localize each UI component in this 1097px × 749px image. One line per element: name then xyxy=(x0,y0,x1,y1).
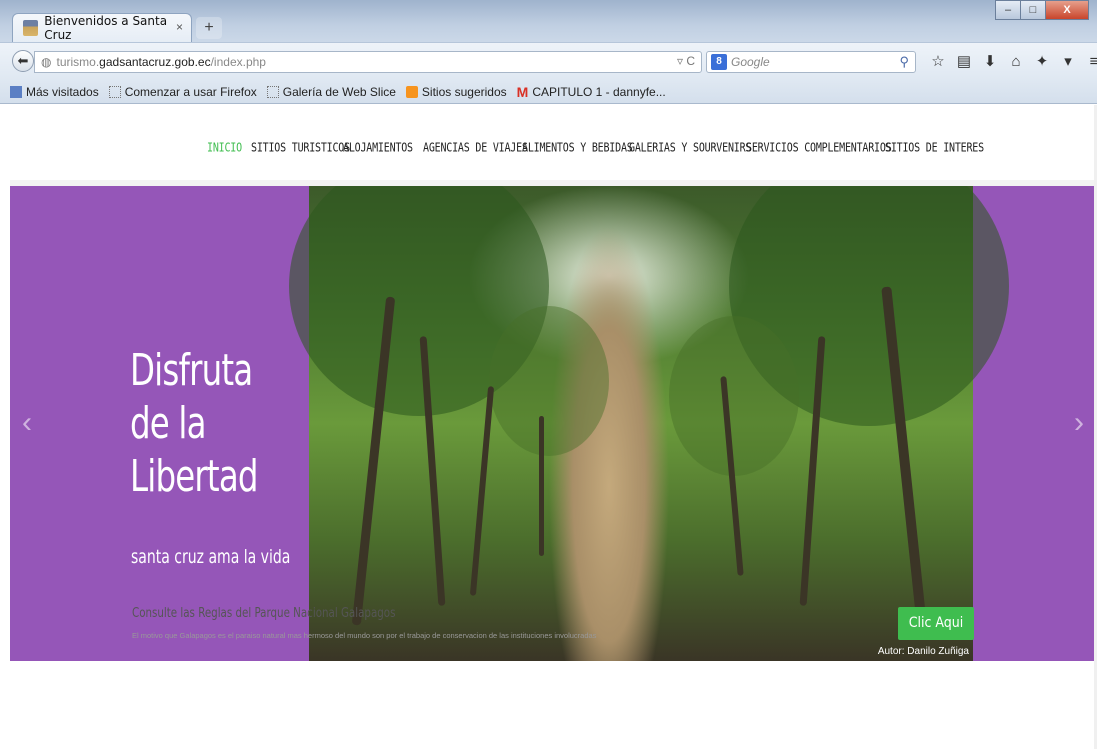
browser-tab[interactable]: Bienvenidos a Santa Cruz × xyxy=(12,13,192,42)
web-page: INICIO SITIOS TURISTICOS ALOJAMIENTOS AG… xyxy=(0,105,1097,749)
search-bar[interactable]: 8 Google ⚲ xyxy=(706,51,916,73)
bookmark-label: Sitios sugeridos xyxy=(421,84,507,99)
bookmark-label: Galería de Web Slice xyxy=(282,84,396,99)
tree-trunk xyxy=(539,416,544,556)
clic-aqui-button[interactable]: Clic Aqui xyxy=(898,607,974,640)
hero-heading-line: Libertad xyxy=(130,451,259,502)
feed-icon xyxy=(405,85,418,98)
bookmark-label: CAPITULO 1 - dannyfe... xyxy=(532,84,666,99)
search-placeholder: Google xyxy=(731,55,770,69)
page-icon xyxy=(108,85,121,98)
new-tab-button[interactable]: + xyxy=(196,17,222,39)
page-icon xyxy=(266,85,279,98)
addon-icon[interactable]: ✦ xyxy=(1030,52,1054,72)
hero-photo: Autor: Danilo Zuñiga xyxy=(289,186,1009,661)
close-window-button[interactable]: X xyxy=(1045,0,1089,20)
photo-credit: Autor: Danilo Zuñiga xyxy=(877,646,969,657)
url-domain: gadsantacruz.gob.ec xyxy=(99,55,211,69)
browser-navbar: ⬅ ◍ turismo. gadsantacruz.gob.ec/index.ph… xyxy=(0,42,1097,80)
url-host: turismo. xyxy=(56,55,100,69)
bookmark-item[interactable]: Sitios sugeridos xyxy=(405,84,507,99)
reload-icon[interactable]: ▿ C xyxy=(677,54,695,68)
bookmarks-bar: Más visitados Comenzar a usar Firefox Ga… xyxy=(0,80,1097,104)
nav-item-agencias-de-viajes[interactable]: AGENCIAS DE VIAJES xyxy=(423,142,528,156)
tab-close-icon[interactable]: × xyxy=(176,20,183,34)
nav-item-alimentos-y-bebidas[interactable]: ALIMENTOS Y BEBIDAS xyxy=(522,142,633,156)
site-favicon-icon xyxy=(23,20,39,36)
chevron-down-icon[interactable]: ▾ xyxy=(1056,52,1080,72)
globe-icon: ◍ xyxy=(41,55,52,69)
gmail-icon: M xyxy=(516,83,529,100)
address-bar[interactable]: ◍ turismo. gadsantacruz.gob.ec/index.php … xyxy=(34,51,702,73)
bookmark-folder-icon xyxy=(10,85,22,98)
bookmark-item[interactable]: Más visitados xyxy=(10,85,99,99)
tab-title: Bienvenidos a Santa Cruz xyxy=(44,14,168,42)
tree-trunk xyxy=(469,386,495,596)
bookmark-label: Comenzar a usar Firefox xyxy=(124,84,257,99)
slider-prev-icon[interactable]: ‹ xyxy=(22,406,32,440)
hero-heading-line: de la xyxy=(130,398,207,449)
foliage-shape xyxy=(489,306,609,456)
nav-item-alojamientos[interactable]: ALOJAMIENTOS xyxy=(343,142,413,156)
maximize-button[interactable]: □ xyxy=(1020,0,1046,20)
browser-titlebar: Bienvenidos a Santa Cruz × + – □ X xyxy=(0,0,1097,42)
home-icon[interactable]: ⌂ xyxy=(1004,52,1028,72)
bookmark-item[interactable]: Comenzar a usar Firefox xyxy=(108,84,257,99)
hero-heading-line: Disfruta xyxy=(130,345,253,396)
download-icon[interactable]: ⬇ xyxy=(978,52,1002,72)
bookmark-item[interactable]: M CAPITULO 1 - dannyfe... xyxy=(517,85,666,99)
bookmarks-list-icon[interactable]: ▤ xyxy=(952,52,976,72)
nav-item-galerias-y-sourvenirs[interactable]: GALERIAS Y SOURVENIRS xyxy=(629,142,751,156)
site-navigation: INICIO SITIOS TURISTICOS ALOJAMIENTOS AG… xyxy=(0,105,1097,180)
search-icon[interactable]: ⚲ xyxy=(899,54,909,70)
window-controls: – □ X xyxy=(995,0,1089,20)
hero-slider: Autor: Danilo Zuñiga Disfruta de la Libe… xyxy=(10,186,1096,661)
hero-subheading: santa cruz ama la vida xyxy=(131,546,291,568)
bookmark-star-icon[interactable]: ☆ xyxy=(926,52,950,72)
bookmark-label: Más visitados xyxy=(26,84,99,99)
nav-item-sitios-turisticos[interactable]: SITIOS TURISTICOS xyxy=(251,142,350,156)
hero-heading: Disfruta de la Libertad xyxy=(130,344,278,503)
slider-next-icon[interactable]: › xyxy=(1074,406,1084,440)
cta-title: Consulte las Reglas del Parque Nacional … xyxy=(132,606,396,621)
bookmark-item[interactable]: Galería de Web Slice xyxy=(266,84,396,99)
foliage-shape xyxy=(669,316,799,476)
nav-item-sitios-de-interes[interactable]: SITIOS DE INTERES xyxy=(885,142,984,156)
menu-icon[interactable]: ≡ xyxy=(1082,52,1097,72)
cta-text: El motivo que Galapagos es el paraiso na… xyxy=(132,631,597,640)
nav-item-servicios-complementarios[interactable]: SERVICIOS COMPLEMENTARIOS xyxy=(746,142,892,156)
back-button[interactable]: ⬅ xyxy=(12,50,34,72)
nav-item-inicio[interactable]: INICIO xyxy=(207,142,242,156)
minimize-button[interactable]: – xyxy=(995,0,1021,20)
back-arrow-icon: ⬅ xyxy=(17,53,29,68)
toolbar-icons: ☆ ▤ ⬇ ⌂ ✦ ▾ ≡ xyxy=(926,52,1097,72)
url-path: /index.php xyxy=(210,55,266,69)
search-engine-icon[interactable]: 8 xyxy=(711,54,727,70)
